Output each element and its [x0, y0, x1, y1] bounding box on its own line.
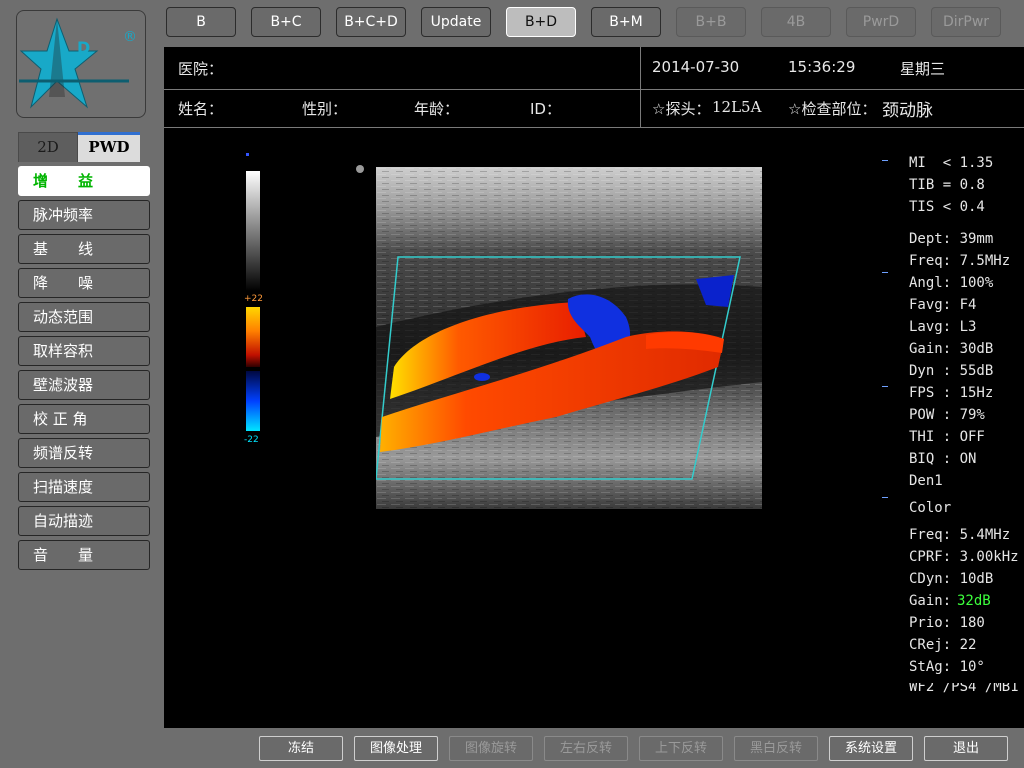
param-crej: CRej: 22	[909, 637, 977, 653]
logo-star-icon: D ®	[19, 17, 137, 109]
param-thi: THI : OFF	[909, 429, 985, 445]
probe-value: 12L5A	[712, 98, 762, 116]
param-den: Den1	[909, 473, 943, 489]
param-color-gain-value: 32dB	[957, 593, 991, 609]
menu-item-5[interactable]: 动态范围	[18, 302, 150, 332]
param-color-heading: Color	[909, 500, 952, 516]
age-label: 年龄：	[414, 100, 460, 118]
logo-registered: ®	[123, 29, 137, 45]
param-fps: FPS : 15Hz	[909, 385, 994, 401]
param-wf-clip: WF2 /PS4 /MB1	[909, 683, 1024, 693]
mode-button-b-c[interactable]: B+C	[251, 7, 321, 37]
grayscale-bar	[246, 171, 260, 291]
menu-item-9[interactable]: 频谱反转	[18, 438, 150, 468]
header-divider	[164, 89, 1024, 90]
mode-button-b-c-d[interactable]: B+C+D	[336, 7, 406, 37]
param-wf: WF2 /PS4 /MB1	[909, 683, 1019, 693]
param-lavg: Lavg: L3	[909, 319, 977, 335]
menu-item-12[interactable]: 音 量	[18, 540, 150, 570]
orientation-dot	[356, 165, 364, 173]
param-tis: TIS < 0.4	[909, 199, 985, 215]
menu-item-4[interactable]: 降 噪	[18, 268, 150, 298]
tab-2d[interactable]: 2D	[18, 132, 78, 162]
date-value: 2014-07-30	[652, 58, 740, 76]
scale-top-label: +22	[244, 294, 263, 304]
mode-button-b[interactable]: B	[166, 7, 236, 37]
logo-letter: D	[77, 38, 90, 57]
site-value: 颈动脉	[882, 101, 933, 121]
depth-tick	[882, 497, 888, 498]
bottom-button-4[interactable]: 左右反转	[544, 736, 628, 761]
mode-button-b-b[interactable]: B+B	[676, 7, 746, 37]
depth-tick	[882, 272, 888, 273]
param-tib: TIB = 0.8	[909, 177, 985, 193]
header-separator	[640, 47, 641, 127]
depth-tick	[882, 160, 888, 161]
menu-item-3[interactable]: 基 线	[18, 234, 150, 264]
param-dyn: Dyn : 55dB	[909, 363, 994, 379]
param-biq: BIQ : ON	[909, 451, 977, 467]
param-cprf: CPRF: 3.00kHz	[909, 549, 1019, 565]
probe-label: ☆探头：	[652, 100, 711, 118]
bottom-button-1[interactable]: 冻结	[259, 736, 343, 761]
mode-button-b-d[interactable]: B+D	[506, 7, 576, 37]
bottom-button-8[interactable]: 退出	[924, 736, 1008, 761]
param-color-gain-label: Gain:	[909, 593, 952, 609]
menu-item-8[interactable]: 校 正 角	[18, 404, 150, 434]
name-label: 姓名：	[178, 100, 224, 118]
mode-button-update[interactable]: Update	[421, 7, 491, 37]
menu-item-2[interactable]: 脉冲频率	[18, 200, 150, 230]
param-freq: Freq: 7.5MHz	[909, 253, 1011, 269]
bottom-button-6[interactable]: 黑白反转	[734, 736, 818, 761]
menu-item-10[interactable]: 扫描速度	[18, 472, 150, 502]
bottom-button-2[interactable]: 图像处理	[354, 736, 438, 761]
param-prio: Prio: 180	[909, 615, 985, 631]
color-scale-positive	[246, 307, 260, 367]
menu-item-1[interactable]: 增 益	[18, 166, 150, 196]
sex-label: 性别：	[302, 100, 348, 118]
param-stag: StAg: 10°	[909, 659, 985, 675]
image-screen: 医院： 2014-07-30 15:36:29 星期三 姓名： 性别： 年龄： …	[164, 47, 1024, 728]
company-logo: D ®	[16, 10, 146, 118]
param-cdyn: CDyn: 10dB	[909, 571, 994, 587]
ultrasound-image[interactable]	[376, 167, 762, 509]
mode-button-b-m[interactable]: B+M	[591, 7, 661, 37]
bottom-button-5[interactable]: 上下反转	[639, 736, 723, 761]
param-gain: Gain: 30dB	[909, 341, 994, 357]
tab-pwd[interactable]: PWD	[78, 132, 140, 162]
hospital-label: 医院：	[178, 60, 224, 78]
mode-button-dirpwr[interactable]: DirPwr	[931, 7, 1001, 37]
header-divider	[164, 127, 1024, 128]
color-scale-negative	[246, 371, 260, 431]
weekday-value: 星期三	[900, 60, 946, 78]
scale-marker	[246, 153, 249, 156]
param-angl: Angl: 100%	[909, 275, 994, 291]
id-label: ID：	[530, 100, 561, 118]
menu-item-6[interactable]: 取样容积	[18, 336, 150, 366]
bottom-button-3[interactable]: 图像旋转	[449, 736, 533, 761]
scale-bottom-label: -22	[244, 435, 259, 445]
menu-item-7[interactable]: 壁滤波器	[18, 370, 150, 400]
mode-button-4b[interactable]: 4B	[761, 7, 831, 37]
param-color-freq: Freq: 5.4MHz	[909, 527, 1011, 543]
menu-item-11[interactable]: 自动描迹	[18, 506, 150, 536]
time-value: 15:36:29	[788, 58, 856, 76]
param-mi: MI < 1.35	[909, 155, 994, 171]
bottom-button-7[interactable]: 系统设置	[829, 736, 913, 761]
mode-button-pwrd[interactable]: PwrD	[846, 7, 916, 37]
param-favg: Favg: F4	[909, 297, 977, 313]
depth-tick	[882, 386, 888, 387]
param-pow: POW : 79%	[909, 407, 985, 423]
site-label: ☆检查部位：	[788, 100, 877, 118]
param-dept: Dept: 39mm	[909, 231, 994, 247]
